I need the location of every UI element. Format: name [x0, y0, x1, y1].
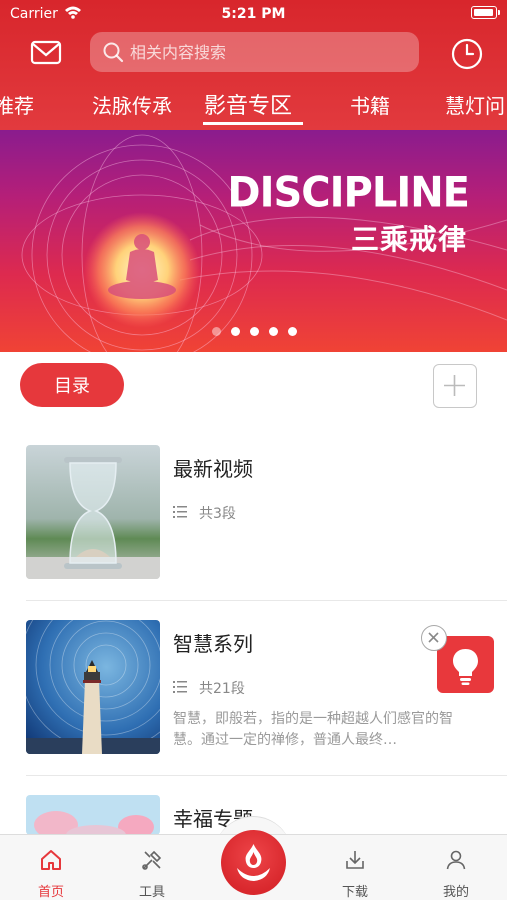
mail-button[interactable]	[26, 36, 66, 70]
plus-icon	[444, 375, 465, 396]
list-item[interactable]: 最新视频 共3段	[0, 445, 507, 585]
clock-icon	[451, 38, 483, 70]
tabbar-item-home[interactable]: 首页	[16, 846, 86, 900]
hourglass-thumbnail	[26, 445, 160, 579]
tabbar-item-tools[interactable]: 工具	[117, 846, 187, 900]
close-icon	[428, 632, 439, 643]
close-tips-button[interactable]	[421, 625, 447, 651]
download-icon	[346, 851, 364, 869]
item-title: 智慧系列	[173, 632, 253, 656]
list-icon	[173, 506, 187, 518]
tabbar-label: 我的	[442, 885, 469, 900]
banner-carousel[interactable]: DISCIPLINE 三乘戒律	[0, 130, 507, 352]
divider	[26, 600, 507, 601]
item-title: 最新视频	[173, 457, 253, 481]
carousel-dot[interactable]	[212, 327, 221, 336]
item-description: 智慧，即般若，指的是一种超越人们感官的智慧。通过一定的禅修，普通人最终…	[173, 711, 453, 748]
carousel-dot[interactable]	[288, 327, 297, 336]
search-box[interactable]	[90, 32, 419, 72]
carousel-dot[interactable]	[250, 327, 259, 336]
tabbar-item-download[interactable]: 下载	[320, 846, 390, 900]
add-button[interactable]	[433, 364, 477, 408]
lightbulb-icon	[453, 649, 478, 685]
tabbar-label: 工具	[138, 885, 165, 900]
banner-title: DISCIPLINE	[227, 168, 470, 218]
tab-qa[interactable]: 慧灯问	[445, 90, 505, 119]
user-icon	[446, 850, 466, 870]
active-tab-indicator	[203, 122, 303, 125]
tab-lineage[interactable]: 法脉传承	[92, 90, 172, 119]
list-icon	[173, 681, 187, 693]
status-time: 5:21 PM	[221, 6, 286, 22]
status-bar: Carrier 5:21 PM	[0, 0, 507, 28]
flame-lotus-icon	[237, 844, 270, 881]
tab-recommend[interactable]: 推荐	[0, 90, 34, 119]
item-count: 共3段	[199, 506, 236, 522]
battery-icon	[471, 6, 500, 19]
banner-subtitle: 三乘戒律	[350, 223, 467, 256]
category-tabs: 推荐 法脉传承 影音专区 书籍 慧灯问	[0, 84, 507, 126]
divider	[26, 775, 507, 776]
tab-books[interactable]: 书籍	[350, 90, 390, 119]
item-count: 共21段	[199, 681, 245, 697]
home-icon	[41, 850, 61, 870]
tools-icon	[142, 850, 162, 870]
flower-thumbnail	[26, 795, 160, 835]
lighthouse-thumbnail	[26, 620, 160, 754]
tips-button[interactable]	[437, 636, 494, 693]
search-icon	[103, 42, 124, 63]
tab-media[interactable]: 影音专区	[204, 88, 292, 120]
catalog-button[interactable]: 目录	[20, 363, 124, 407]
center-home-button[interactable]	[221, 830, 286, 895]
search-input[interactable]	[130, 32, 410, 72]
mail-icon	[30, 40, 62, 65]
tabbar-label: 下载	[341, 885, 368, 900]
tabbar-item-profile[interactable]: 我的	[421, 846, 491, 900]
tabbar-label: 首页	[37, 885, 64, 900]
carousel-dot[interactable]	[269, 327, 278, 336]
carousel-dot[interactable]	[231, 327, 240, 336]
history-button[interactable]	[449, 36, 485, 72]
app-header: Carrier 5:21 PM 推荐 法脉传承 影音专区 书籍 慧灯问	[0, 0, 507, 130]
